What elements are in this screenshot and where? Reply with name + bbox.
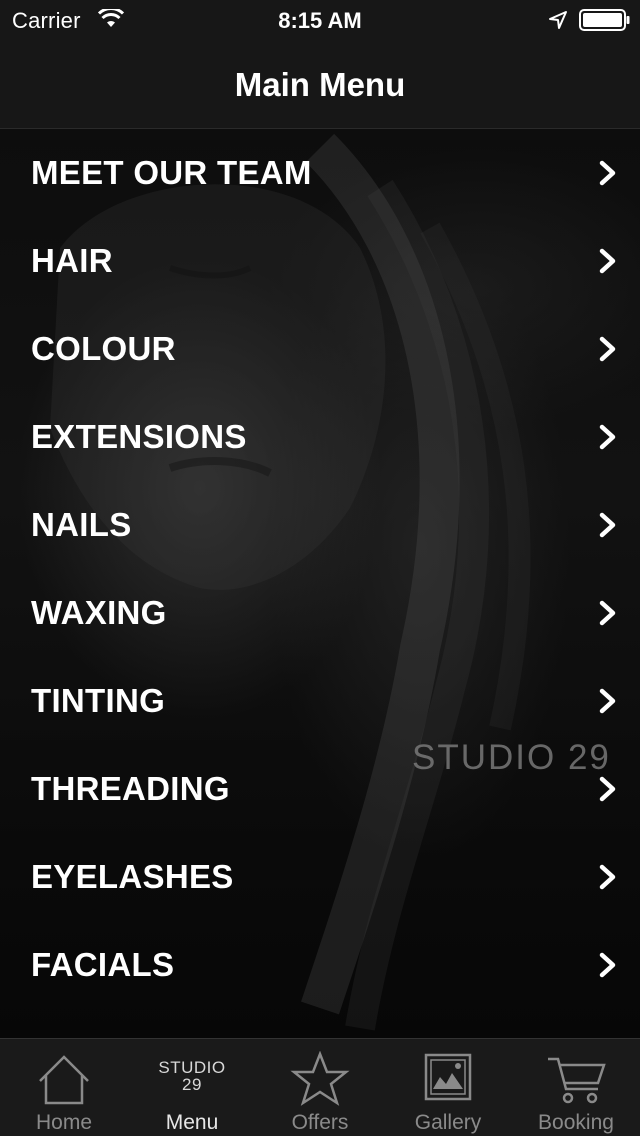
chevron-right-icon [599,864,616,890]
status-time: 8:15 AM [278,8,362,33]
menu-item-label: NAILS [31,506,132,543]
menu-item-label: THREADING [31,770,230,807]
tab-booking[interactable]: Booking [512,1039,640,1136]
menu-item-hair[interactable]: HAIR [0,218,640,306]
chevron-right-icon [599,336,616,362]
tab-home[interactable]: Home [0,1039,128,1136]
house-icon [39,1055,89,1105]
menu-item-facials[interactable]: FACIALS [0,922,640,1010]
tab-offers[interactable]: Offers [256,1039,384,1136]
chevron-right-icon [599,424,616,450]
menu-item-label: COLOUR [31,330,176,367]
page-title: Main Menu [234,66,406,103]
tab-label: Booking [538,1111,614,1134]
tab-label: Gallery [414,1111,482,1134]
chevron-right-icon [599,776,616,802]
menu-item-label: EXTENSIONS [31,418,247,455]
tab-gallery[interactable]: Gallery [384,1039,512,1136]
tab-label: Menu [165,1111,219,1134]
picture-icon [424,1053,472,1101]
star-icon [290,1051,350,1106]
studio-29-logo: STUDIO 29 [128,1059,256,1093]
location-arrow-icon [549,11,567,29]
menu-item-eyelashes[interactable]: EYELASHES [0,834,640,922]
chevron-right-icon [599,688,616,714]
chevron-right-icon [599,952,616,978]
menu-item-nails[interactable]: NAILS [0,482,640,570]
tab-label: Offers [291,1111,349,1134]
status-bar: Carrier 8:15 AM [0,0,640,40]
menu-item-label: MEET OUR TEAM [31,154,312,191]
tab-label: Home [35,1111,93,1134]
logo-line-29: 29 [182,1075,202,1094]
menu-item-tinting[interactable]: TINTING [0,658,640,746]
logo-line-studio: STUDIO [158,1058,226,1077]
chevron-right-icon [599,512,616,538]
navigation-bar: Main Menu [0,40,640,129]
menu-item-threading[interactable]: THREADING [0,746,640,834]
menu-item-label: HAIR [31,242,113,279]
menu-item-colour[interactable]: COLOUR [0,306,640,394]
chevron-right-icon [599,160,616,186]
tab-bar: Home STUDIO 29 Menu Offers Gallery Booki… [0,1038,640,1136]
menu-item-extensions[interactable]: EXTENSIONS [0,394,640,482]
tab-menu[interactable]: STUDIO 29 Menu [128,1039,256,1136]
battery-icon [579,9,630,31]
menu-item-label: FACIALS [31,946,175,983]
chevron-right-icon [599,248,616,274]
menu-item-meet-our-team[interactable]: MEET OUR TEAM [0,130,640,218]
menu-item-waxing[interactable]: WAXING [0,570,640,658]
main-menu-list: MEET OUR TEAM HAIR COLOUR EXTENSIONS NAI… [0,130,640,1010]
chevron-right-icon [599,600,616,626]
menu-item-label: EYELASHES [31,858,234,895]
shopping-cart-icon [548,1057,606,1104]
screen: Carrier 8:15 AM Main Menu STUDIO 29 MEET… [0,0,640,1136]
menu-item-label: TINTING [31,682,166,719]
menu-item-label: WAXING [31,594,167,631]
